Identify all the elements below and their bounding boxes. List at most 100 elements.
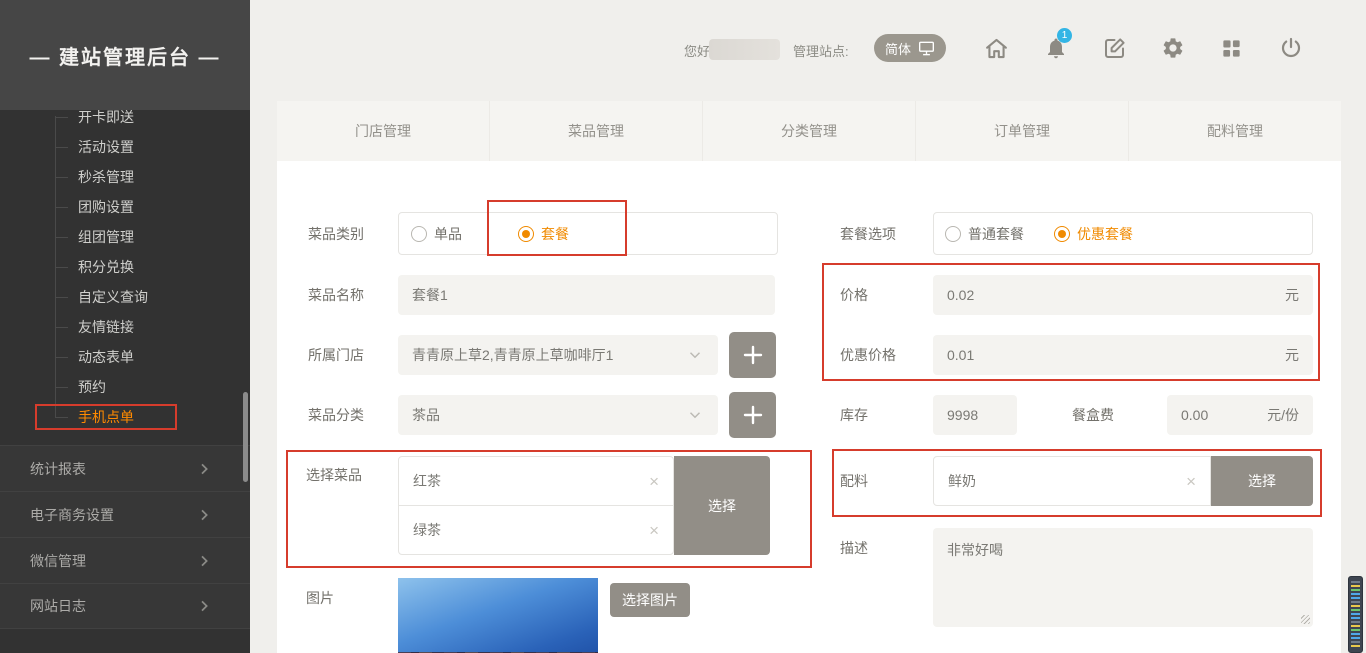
discount-price-input[interactable]: 0.01 元 (933, 335, 1313, 375)
power-icon[interactable] (1279, 36, 1305, 62)
screen: 统计报表 电子商务设置 微信管理 网站日志 (0, 0, 1366, 653)
selected-dish-row: 红茶 × (398, 456, 674, 506)
dish-name-input[interactable]: 套餐1 (398, 275, 775, 315)
radio-label: 套餐 (541, 224, 569, 244)
sidebar-section-label: 网站日志 (30, 596, 86, 616)
radio-discount-combo[interactable]: 优惠套餐 (1054, 224, 1133, 244)
field-label-price: 价格 (840, 286, 868, 304)
field-label-image: 图片 (306, 589, 334, 607)
chevron-right-icon (196, 598, 212, 614)
radio-icon (411, 226, 427, 242)
selected-dish-row: 绿茶 × (398, 505, 674, 555)
radio-label: 单品 (434, 224, 462, 244)
radio-icon (1054, 226, 1070, 242)
add-dish-category-button[interactable] (729, 392, 776, 438)
notification-badge: 1 (1057, 28, 1072, 43)
dish-photo (398, 578, 598, 653)
plugin-stripes (1351, 581, 1360, 648)
sidebar-item-points-exchange[interactable]: 积分兑换 (0, 252, 250, 282)
sidebar-item-dynamic-form[interactable]: 动态表单 (0, 342, 250, 372)
sidebar-item-mobile-order[interactable]: 手机点单 (0, 402, 250, 432)
tab-bar: 门店管理 菜品管理 分类管理 订单管理 配料管理 (277, 101, 1341, 161)
sidebar: 统计报表 电子商务设置 微信管理 网站日志 (0, 0, 250, 653)
field-label-store: 所属门店 (308, 346, 364, 364)
radio-icon (518, 226, 534, 242)
radio-normal-combo[interactable]: 普通套餐 (945, 224, 1024, 244)
box-fee-input[interactable]: 0.00 元/份 (1167, 395, 1313, 435)
sidebar-section-site-log[interactable]: 网站日志 (0, 583, 250, 629)
stock-value: 9998 (947, 407, 978, 423)
chevron-right-icon (196, 461, 212, 477)
sidebar-section-label: 电子商务设置 (30, 505, 114, 525)
box-fee-value: 0.00 (1181, 407, 1208, 423)
sidebar-item-group-buy[interactable]: 团购设置 (0, 192, 250, 222)
dish-name-value: 套餐1 (412, 285, 448, 305)
field-label-description: 描述 (840, 539, 868, 557)
price-unit: 元 (1285, 285, 1299, 305)
greeting-text: 您好 (684, 41, 710, 60)
tab-store-management[interactable]: 门店管理 (277, 101, 489, 161)
add-store-button[interactable] (729, 332, 776, 378)
remove-icon[interactable]: × (1186, 473, 1196, 490)
tab-category-management[interactable]: 分类管理 (702, 101, 915, 161)
sidebar-item-activity-settings[interactable]: 活动设置 (0, 132, 250, 162)
selected-dish-name: 红茶 (413, 471, 441, 491)
sidebar-section-statistics[interactable]: 统计报表 (0, 445, 250, 491)
sidebar-scrollbar[interactable] (243, 392, 248, 482)
monitor-icon (918, 41, 935, 56)
dish-category-select[interactable]: 茶品 (398, 395, 718, 435)
dish-category-value: 茶品 (412, 405, 440, 425)
select-ingredient-button[interactable]: 选择 (1211, 456, 1313, 506)
sidebar-section-wechat[interactable]: 微信管理 (0, 537, 250, 583)
field-label-discount-price: 优惠价格 (840, 346, 896, 364)
select-image-button[interactable]: 选择图片 (610, 583, 690, 617)
description-value: 非常好喝 (947, 542, 1003, 558)
combo-option-radio-group: 普通套餐 优惠套餐 (933, 212, 1313, 255)
category-radio-group: 单品 套餐 (398, 212, 778, 255)
description-textarea[interactable]: 非常好喝 (933, 528, 1313, 627)
radio-single-item[interactable]: 单品 (411, 224, 462, 244)
app-title: — 建站管理后台 — (29, 41, 220, 70)
discount-price-value: 0.01 (947, 347, 974, 363)
price-value: 0.02 (947, 287, 974, 303)
sidebar-item-custom-query[interactable]: 自定义查询 (0, 282, 250, 312)
language-button[interactable]: 简体 (874, 34, 946, 62)
store-select[interactable]: 青青原上草2,青青原上草咖啡厅1 (398, 335, 718, 375)
chevron-right-icon (196, 507, 212, 523)
language-label: 简体 (885, 39, 911, 58)
stock-input[interactable]: 9998 (933, 395, 1017, 435)
radio-label: 普通套餐 (968, 224, 1024, 244)
sidebar-tree: 开卡即送 活动设置 秒杀管理 团购设置 组团管理 积分兑换 自定义查询 友情链接… (0, 102, 250, 432)
remove-icon[interactable]: × (649, 473, 659, 490)
radio-combo[interactable]: 套餐 (518, 224, 569, 244)
ingredient-input[interactable]: 鲜奶 × (933, 456, 1211, 506)
remove-icon[interactable]: × (649, 522, 659, 539)
home-icon[interactable] (984, 36, 1010, 62)
sidebar-header: — 建站管理后台 — (0, 0, 250, 110)
sidebar-item-friend-links[interactable]: 友情链接 (0, 312, 250, 342)
field-label-combo-option: 套餐选项 (840, 225, 896, 243)
store-select-value: 青青原上草2,青青原上草咖啡厅1 (412, 345, 613, 365)
select-dishes-button[interactable]: 选择 (674, 456, 770, 555)
sidebar-sections: 统计报表 电子商务设置 微信管理 网站日志 (0, 445, 250, 629)
sidebar-section-label: 统计报表 (30, 459, 86, 479)
chevron-down-icon (686, 346, 704, 364)
price-input[interactable]: 0.02 元 (933, 275, 1313, 315)
field-label-category: 菜品类别 (308, 225, 364, 243)
tab-order-management[interactable]: 订单管理 (915, 101, 1128, 161)
sidebar-item-flash-sale[interactable]: 秒杀管理 (0, 162, 250, 192)
field-label-select-dishes: 选择菜品 (306, 466, 362, 484)
apps-grid-icon[interactable] (1220, 37, 1246, 63)
gear-icon[interactable] (1161, 36, 1187, 62)
tab-ingredient-management[interactable]: 配料管理 (1128, 101, 1341, 161)
browser-plugin-widget[interactable] (1348, 576, 1363, 653)
tab-dish-management[interactable]: 菜品管理 (489, 101, 702, 161)
sidebar-section-ecommerce[interactable]: 电子商务设置 (0, 491, 250, 537)
sidebar-item-reservation[interactable]: 预约 (0, 372, 250, 402)
selected-dish-name: 绿茶 (413, 520, 441, 540)
plus-icon (741, 403, 765, 427)
box-fee-unit: 元/份 (1267, 405, 1299, 425)
compose-icon[interactable] (1103, 36, 1129, 62)
sidebar-item-group-manage[interactable]: 组团管理 (0, 222, 250, 252)
user-name-redacted (709, 39, 780, 60)
